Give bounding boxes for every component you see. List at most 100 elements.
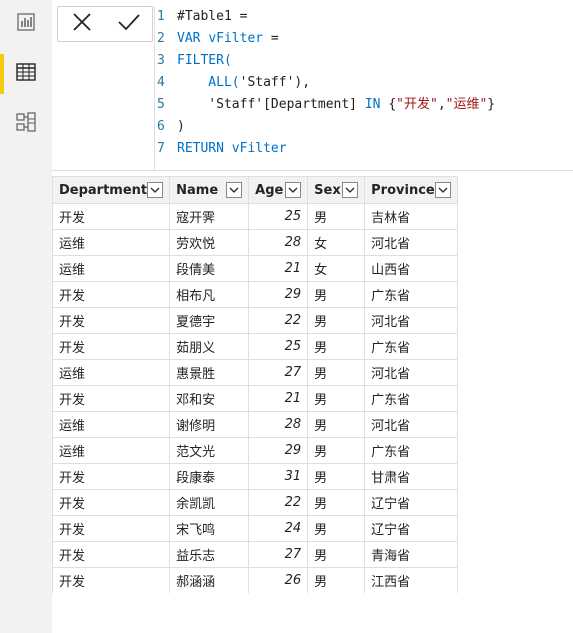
table-cell-age[interactable]: 28 xyxy=(248,229,309,256)
table-cell-name[interactable]: 余凯凯 xyxy=(169,489,250,516)
table-cell-age[interactable]: 31 xyxy=(248,463,309,490)
table-cell-name[interactable]: 益乐志 xyxy=(169,541,250,568)
column-header-sex[interactable]: Sex xyxy=(307,176,366,204)
filter-dropdown-button[interactable] xyxy=(435,182,452,198)
table-cell-province[interactable]: 河北省 xyxy=(364,307,459,334)
table-cell-province[interactable]: 辽宁省 xyxy=(364,515,459,542)
table-cell-department[interactable]: 运维 xyxy=(51,255,171,282)
table-row[interactable]: 开发 茹朋义 25 男广东省 xyxy=(51,333,459,360)
table-row[interactable]: 开发 郝涵涵 26 男江西省 xyxy=(51,567,459,594)
table-cell-province[interactable]: 广东省 xyxy=(364,333,459,360)
table-cell-sex[interactable]: 男 xyxy=(307,333,366,360)
column-header-province[interactable]: Province xyxy=(364,176,459,204)
table-cell-name[interactable]: 邓和安 xyxy=(169,385,250,412)
table-cell-age[interactable]: 22 xyxy=(248,307,309,334)
table-cell-sex[interactable]: 男 xyxy=(307,463,366,490)
table-cell-sex[interactable]: 男 xyxy=(307,515,366,542)
table-cell-sex[interactable]: 男 xyxy=(307,203,366,230)
table-row[interactable]: 开发 邓和安 21 男广东省 xyxy=(51,385,459,412)
table-cell-name[interactable]: 相布凡 xyxy=(169,281,250,308)
table-row[interactable]: 开发 夏德宇 22 男河北省 xyxy=(51,307,459,334)
table-cell-age[interactable]: 25 xyxy=(248,333,309,360)
table-cell-province[interactable]: 甘肃省 xyxy=(364,463,459,490)
table-cell-name[interactable]: 段康泰 xyxy=(169,463,250,490)
table-row[interactable]: 开发 段康泰 31 男甘肃省 xyxy=(51,463,459,490)
table-cell-province[interactable]: 河北省 xyxy=(364,229,459,256)
table-cell-age[interactable]: 29 xyxy=(248,281,309,308)
table-cell-province[interactable]: 广东省 xyxy=(364,437,459,464)
table-cell-age[interactable]: 27 xyxy=(248,359,309,386)
table-cell-department[interactable]: 运维 xyxy=(51,229,171,256)
model-view-button[interactable] xyxy=(0,100,52,148)
table-cell-age[interactable]: 21 xyxy=(248,385,309,412)
table-cell-department[interactable]: 开发 xyxy=(51,203,171,230)
cancel-formula-button[interactable] xyxy=(62,9,102,39)
table-cell-province[interactable]: 河北省 xyxy=(364,359,459,386)
table-cell-sex[interactable]: 男 xyxy=(307,541,366,568)
table-cell-department[interactable]: 开发 xyxy=(51,489,171,516)
table-cell-sex[interactable]: 男 xyxy=(307,567,366,594)
table-cell-name[interactable]: 段倩美 xyxy=(169,255,250,282)
table-cell-department[interactable]: 开发 xyxy=(51,463,171,490)
table-cell-department[interactable]: 开发 xyxy=(51,541,171,568)
table-cell-province[interactable]: 江西省 xyxy=(364,567,459,594)
table-cell-name[interactable]: 范文光 xyxy=(169,437,250,464)
table-cell-province[interactable]: 河北省 xyxy=(364,411,459,438)
commit-formula-button[interactable] xyxy=(109,9,149,39)
filter-dropdown-button[interactable] xyxy=(147,182,164,198)
data-view-button[interactable] xyxy=(0,50,52,98)
filter-dropdown-button[interactable] xyxy=(342,182,359,198)
filter-dropdown-button[interactable] xyxy=(285,182,302,198)
table-cell-department[interactable]: 运维 xyxy=(51,437,171,464)
table-cell-sex[interactable]: 男 xyxy=(307,489,366,516)
column-header-age[interactable]: Age xyxy=(248,176,309,204)
table-cell-name[interactable]: 茹朋义 xyxy=(169,333,250,360)
table-cell-sex[interactable]: 男 xyxy=(307,307,366,334)
filter-dropdown-button[interactable] xyxy=(226,182,243,198)
table-cell-name[interactable]: 劳欢悦 xyxy=(169,229,250,256)
table-cell-province[interactable]: 广东省 xyxy=(364,385,459,412)
table-row[interactable]: 运维 劳欢悦 28 女河北省 xyxy=(51,229,459,256)
table-cell-sex[interactable]: 男 xyxy=(307,281,366,308)
table-cell-department[interactable]: 开发 xyxy=(51,515,171,542)
column-header-name[interactable]: Name xyxy=(169,176,250,204)
table-row[interactable]: 开发 余凯凯 22 男辽宁省 xyxy=(51,489,459,516)
table-cell-sex[interactable]: 男 xyxy=(307,385,366,412)
table-cell-department[interactable]: 开发 xyxy=(51,281,171,308)
table-cell-sex[interactable]: 女 xyxy=(307,229,366,256)
table-cell-age[interactable]: 28 xyxy=(248,411,309,438)
table-cell-age[interactable]: 27 xyxy=(248,541,309,568)
table-cell-age[interactable]: 29 xyxy=(248,437,309,464)
table-cell-name[interactable]: 夏德宇 xyxy=(169,307,250,334)
table-cell-sex[interactable]: 男 xyxy=(307,359,366,386)
table-cell-department[interactable]: 开发 xyxy=(51,333,171,360)
report-view-button[interactable] xyxy=(0,0,52,48)
table-cell-sex[interactable]: 男 xyxy=(307,411,366,438)
table-cell-name[interactable]: 谢修明 xyxy=(169,411,250,438)
table-row[interactable]: 开发 宋飞鸣 24 男辽宁省 xyxy=(51,515,459,542)
table-cell-name[interactable]: 惠景胜 xyxy=(169,359,250,386)
table-row[interactable]: 开发 益乐志 27 男青海省 xyxy=(51,541,459,568)
table-cell-department[interactable]: 运维 xyxy=(51,411,171,438)
table-cell-province[interactable]: 广东省 xyxy=(364,281,459,308)
table-cell-province[interactable]: 辽宁省 xyxy=(364,489,459,516)
table-cell-province[interactable]: 青海省 xyxy=(364,541,459,568)
table-cell-sex[interactable]: 女 xyxy=(307,255,366,282)
formula-editor[interactable]: 1 #Table1 = 2 VAR vFilter = 3 FILTER(4 ALL('… xyxy=(154,6,573,170)
table-cell-age[interactable]: 22 xyxy=(248,489,309,516)
table-cell-age[interactable]: 21 xyxy=(248,255,309,282)
table-cell-province[interactable]: 山西省 xyxy=(364,255,459,282)
column-header-department[interactable]: Department xyxy=(51,176,171,204)
table-cell-department[interactable]: 开发 xyxy=(51,307,171,334)
table-row[interactable]: 开发 寇开霁 25 男吉林省 xyxy=(51,203,459,230)
table-cell-province[interactable]: 吉林省 xyxy=(364,203,459,230)
table-cell-age[interactable]: 25 xyxy=(248,203,309,230)
table-cell-department[interactable]: 开发 xyxy=(51,567,171,594)
table-cell-department[interactable]: 开发 xyxy=(51,385,171,412)
table-row[interactable]: 运维 惠景胜 27 男河北省 xyxy=(51,359,459,386)
table-cell-name[interactable]: 郝涵涵 xyxy=(169,567,250,594)
table-cell-age[interactable]: 26 xyxy=(248,567,309,594)
table-cell-department[interactable]: 运维 xyxy=(51,359,171,386)
table-row[interactable]: 运维 范文光 29 男广东省 xyxy=(51,437,459,464)
table-cell-name[interactable]: 宋飞鸣 xyxy=(169,515,250,542)
